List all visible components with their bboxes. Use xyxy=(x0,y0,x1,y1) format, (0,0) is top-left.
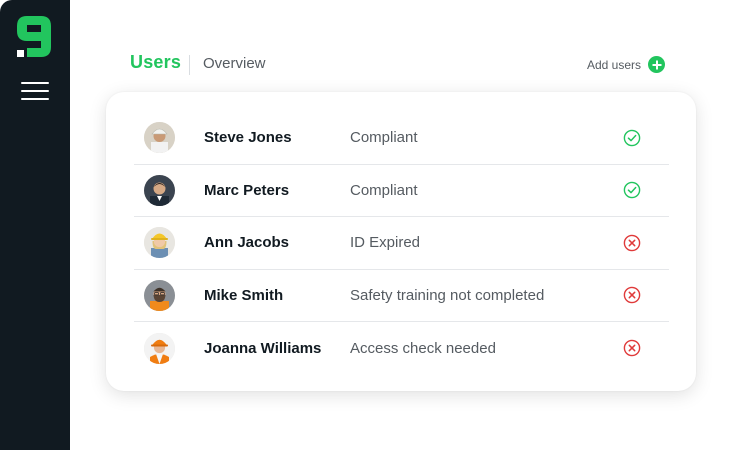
brand-logo-icon[interactable] xyxy=(15,16,55,61)
avatar xyxy=(144,332,175,364)
avatar xyxy=(144,279,175,311)
user-name: Ann Jacobs xyxy=(204,234,290,252)
tab-users[interactable]: Users xyxy=(130,52,181,73)
user-row[interactable]: Joanna Williams Access check needed xyxy=(134,322,669,375)
add-users-label: Add users xyxy=(586,57,641,72)
user-status: Compliant xyxy=(350,129,418,147)
plus-circle-icon xyxy=(648,56,665,73)
user-row[interactable]: Marc Peters Compliant xyxy=(134,165,669,217)
x-circle-icon xyxy=(623,339,641,357)
x-circle-icon xyxy=(623,286,641,304)
hamburger-menu-icon[interactable] xyxy=(21,82,49,102)
user-row[interactable]: Ann Jacobs ID Expired xyxy=(134,217,669,270)
avatar xyxy=(144,227,175,259)
add-users-button[interactable]: Add users xyxy=(587,56,665,73)
user-name: Joanna Williams xyxy=(204,339,322,357)
avatar xyxy=(144,122,175,154)
check-circle-icon xyxy=(623,129,641,147)
check-circle-icon xyxy=(623,181,641,199)
user-row[interactable]: Mike Smith Safety training not completed xyxy=(134,270,669,322)
user-status: Access check needed xyxy=(350,339,496,357)
x-circle-icon xyxy=(623,234,641,252)
user-name: Mike Smith xyxy=(204,286,284,304)
user-status: ID Expired xyxy=(350,234,421,252)
user-name: Marc Peters xyxy=(204,181,290,199)
users-card: Steve Jones Compliant Marc Peters Compli… xyxy=(106,92,696,391)
user-status: Compliant xyxy=(350,181,418,199)
user-status: Safety training not completed xyxy=(350,286,545,304)
page-header: Users Overview Add users xyxy=(130,52,670,80)
avatar xyxy=(144,174,175,206)
tab-overview[interactable]: Overview xyxy=(203,55,266,72)
sidebar xyxy=(0,0,70,450)
tab-divider xyxy=(189,55,190,75)
user-row[interactable]: Steve Jones Compliant xyxy=(134,112,669,165)
user-name: Steve Jones xyxy=(204,129,292,147)
user-list: Steve Jones Compliant Marc Peters Compli… xyxy=(134,112,669,375)
